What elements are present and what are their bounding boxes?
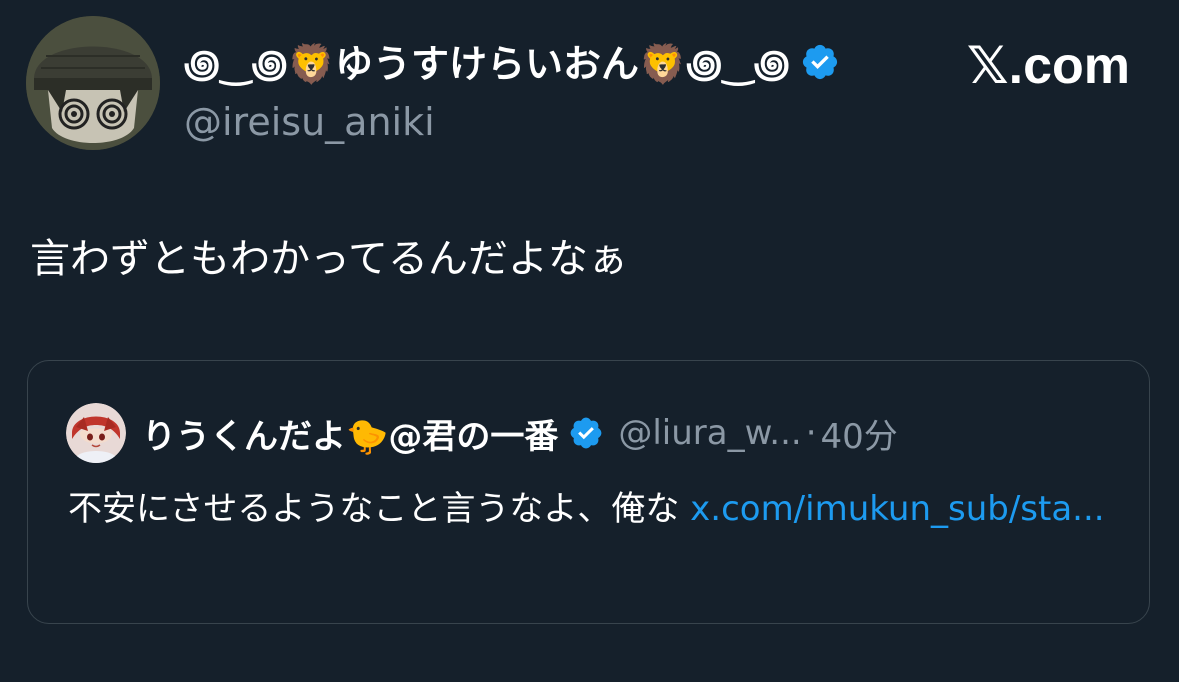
- author-avatar-image: [26, 16, 160, 150]
- author-handle[interactable]: @ireisu_aniki: [184, 100, 435, 144]
- quoted-tweet-text: 不安にさせるようなこと言うなよ、俺な x.com/imukun_sub/sta.…: [68, 479, 1118, 539]
- quoted-tweet-header: りうくんだよ🐤@君の一番 @liura_w... · 40分: [66, 401, 898, 465]
- x-com-logo: 𝕏.com: [966, 37, 1130, 95]
- quoted-separator: ·: [805, 413, 817, 453]
- author-avatar[interactable]: [26, 16, 160, 150]
- tweet-text: 言わずともわかってるんだよなぁ: [30, 236, 628, 282]
- quoted-verified-badge-icon: [568, 415, 604, 451]
- quoted-avatar-image: [66, 403, 126, 463]
- quoted-tweet-card[interactable]: りうくんだよ🐤@君の一番 @liura_w... · 40分 不安にさせるような…: [27, 360, 1150, 624]
- quoted-author-handle[interactable]: @liura_w...: [618, 413, 801, 453]
- quoted-tweet-body-text: 不安にさせるようなこと言うなよ、俺な: [68, 489, 691, 529]
- author-name-line: ꩜‿꩜🦁ゆうすけらいおん🦁꩜‿꩜: [184, 32, 840, 92]
- quoted-author-name[interactable]: りうくんだよ🐤@君の一番: [142, 409, 558, 458]
- quoted-author-avatar[interactable]: [66, 403, 126, 463]
- tweet-header: ꩜‿꩜🦁ゆうすけらいおん🦁꩜‿꩜ @ireisu_aniki 𝕏.com: [26, 16, 1156, 156]
- author-display-name[interactable]: ꩜‿꩜🦁ゆうすけらいおん🦁꩜‿꩜: [184, 33, 790, 91]
- verified-badge-icon: [800, 42, 840, 82]
- quoted-timestamp[interactable]: 40分: [821, 409, 898, 458]
- quoted-tweet-link[interactable]: x.com/imukun_sub/sta...: [690, 489, 1104, 529]
